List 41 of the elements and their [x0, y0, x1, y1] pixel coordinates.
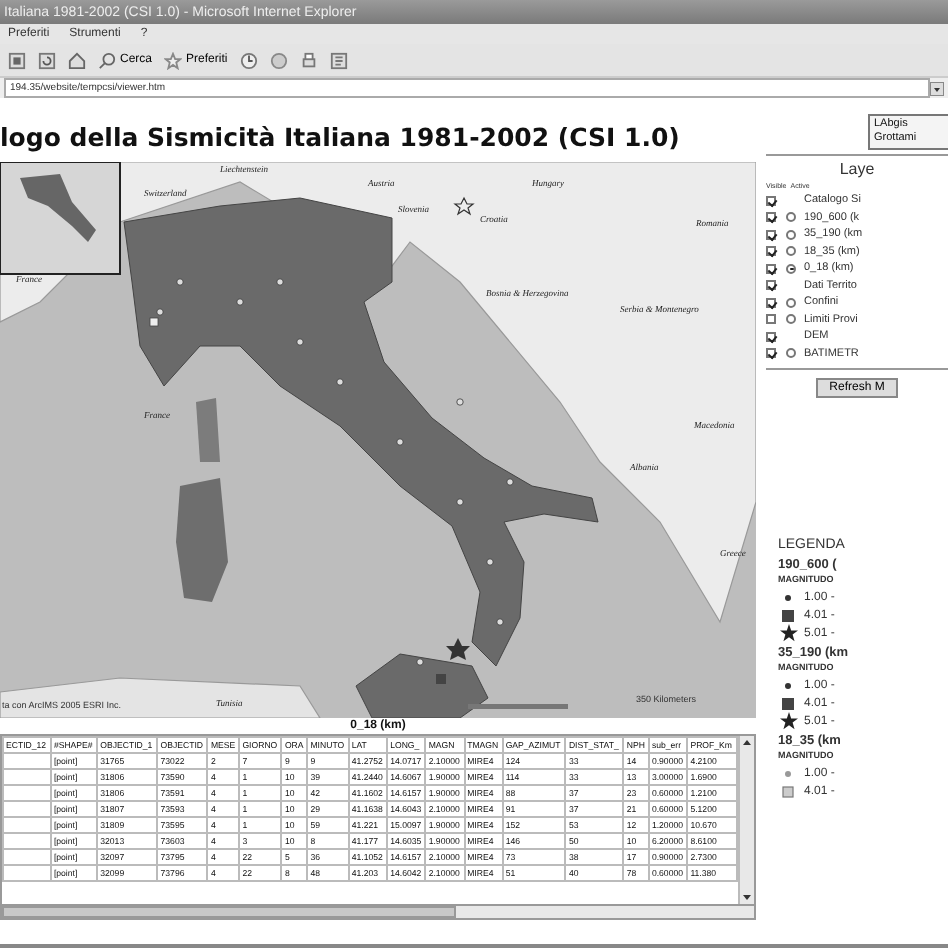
square-icon [782, 697, 794, 709]
star-icon [779, 712, 797, 730]
refresh-icon[interactable] [38, 51, 56, 69]
home-icon[interactable] [68, 51, 86, 69]
overview-map[interactable] [0, 162, 121, 275]
dot-icon [784, 769, 792, 777]
visible-checkbox[interactable] [766, 280, 776, 291]
star-icon [779, 624, 797, 642]
visible-checkbox[interactable] [766, 212, 776, 223]
active-radio[interactable] [786, 297, 796, 308]
visible-checkbox[interactable] [766, 348, 776, 359]
visible-checkbox[interactable] [766, 246, 776, 257]
active-radio[interactable] [786, 212, 796, 223]
print-icon[interactable] [299, 51, 318, 69]
active-radio[interactable] [786, 263, 796, 274]
active-radio[interactable] [786, 229, 796, 240]
page-heading: logo della Sismicità Italiana 1981-2002 (CSI 1.0) [0, 121, 680, 151]
layers-title: Laye [837, 160, 877, 178]
visible-checkbox[interactable] [766, 314, 776, 325]
scroll-up-icon[interactable] [740, 736, 754, 750]
history-icon[interactable] [239, 51, 258, 69]
active-radio[interactable] [786, 246, 796, 257]
search-icon [98, 51, 116, 69]
star-icon [164, 51, 183, 69]
visible-checkbox[interactable] [766, 331, 776, 342]
stop-icon[interactable] [8, 51, 26, 69]
visible-checkbox[interactable] [766, 263, 776, 274]
scale-bar [468, 704, 568, 709]
active-radio[interactable] [786, 348, 796, 359]
square-icon [782, 785, 794, 797]
dot-icon [784, 681, 792, 689]
scrollbar-thumb[interactable] [2, 906, 456, 918]
star-icon [453, 196, 475, 216]
active-radio[interactable] [786, 314, 796, 325]
edit-icon[interactable] [329, 51, 348, 69]
visible-checkbox[interactable] [766, 195, 776, 206]
visible-checkbox[interactable] [766, 229, 776, 240]
visible-checkbox[interactable] [766, 297, 776, 308]
dot-icon [784, 593, 792, 601]
square-icon [782, 609, 794, 621]
dropdown-icon[interactable] [930, 81, 944, 95]
